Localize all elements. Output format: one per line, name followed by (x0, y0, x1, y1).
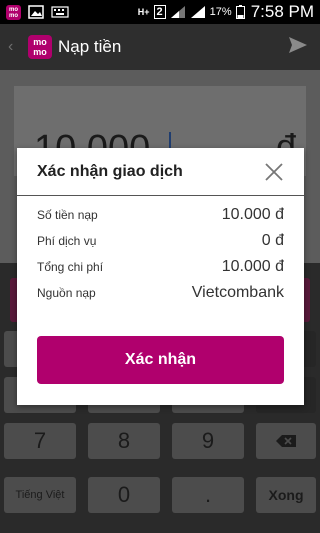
status-right: H+ 2 17% 7:58 PM (138, 2, 320, 22)
signal-icon (170, 5, 186, 19)
key-0[interactable]: 0 (88, 477, 160, 513)
app-bar: ‹ mo mo Nạp tiền (0, 24, 320, 70)
sim-slot-badge: 2 (153, 5, 166, 19)
key-dot-label: . (204, 482, 212, 507)
network-type: H+ (137, 6, 150, 17)
row-value: Vietcombank (191, 284, 284, 301)
detail-row-fee: Phí dịch vụ 0 đ (37, 232, 284, 258)
done-key[interactable]: Xong (256, 477, 316, 513)
key-9[interactable]: 9 (172, 423, 244, 459)
backspace-key[interactable] (256, 423, 316, 459)
transaction-details: Số tiền nạp 10.000 đ Phí dịch vụ 0 đ Tổn… (17, 196, 304, 310)
language-key[interactable]: Tiếng Việt (4, 477, 76, 513)
language-key-label: Tiếng Việt (15, 489, 65, 501)
back-arrow-icon[interactable]: ‹ (0, 38, 24, 56)
close-icon[interactable] (264, 162, 284, 182)
battery-percent: 17% (209, 6, 232, 18)
dialog-header: Xác nhận giao dịch (17, 148, 304, 196)
row-label: Phí dịch vụ (37, 234, 97, 248)
key-9-label: 9 (201, 428, 215, 453)
detail-row-amount: Số tiền nạp 10.000 đ (37, 206, 284, 232)
row-value: 10.000 đ (221, 206, 284, 223)
row-value: 10.000 đ (221, 258, 284, 275)
backspace-icon (276, 435, 296, 447)
detail-row-total: Tổng chi phí 10.000 đ (37, 258, 284, 284)
row-label: Số tiền nạp (37, 208, 98, 222)
momo-notification-icon: mo mo (6, 4, 21, 20)
key-8[interactable]: 8 (88, 423, 160, 459)
screen: mo mo H+ 2 17% 7:58 PM ‹ mo mo Nạp tiền … (0, 0, 320, 533)
row-value: 0 đ (261, 232, 284, 249)
keyboard-icon (51, 6, 69, 18)
image-icon (28, 5, 44, 19)
key-0-label: 0 (117, 482, 131, 507)
dialog-title: Xác nhận giao dịch (37, 162, 183, 180)
key-dot[interactable]: . (172, 477, 244, 513)
clock: 7:58 PM (250, 2, 314, 21)
momo-logo: mo mo (28, 35, 52, 59)
signal-icon-2 (190, 5, 206, 19)
status-left: mo mo (0, 4, 69, 20)
detail-row-source: Nguồn nạp Vietcombank (37, 284, 284, 310)
key-7-label: 7 (33, 428, 47, 453)
status-bar: mo mo H+ 2 17% 7:58 PM (0, 0, 320, 24)
key-8-label: 8 (117, 428, 131, 453)
done-key-label: Xong (268, 487, 304, 503)
confirm-dialog: Xác nhận giao dịch Số tiền nạp 10.000 đ … (17, 148, 304, 405)
row-label: Tổng chi phí (37, 260, 104, 274)
row-label: Nguồn nạp (37, 286, 96, 300)
page-title: Nạp tiền (58, 37, 122, 56)
send-icon[interactable] (288, 36, 308, 59)
key-7[interactable]: 7 (4, 423, 76, 459)
confirm-button[interactable]: Xác nhận (37, 336, 284, 384)
battery-icon (235, 5, 245, 19)
